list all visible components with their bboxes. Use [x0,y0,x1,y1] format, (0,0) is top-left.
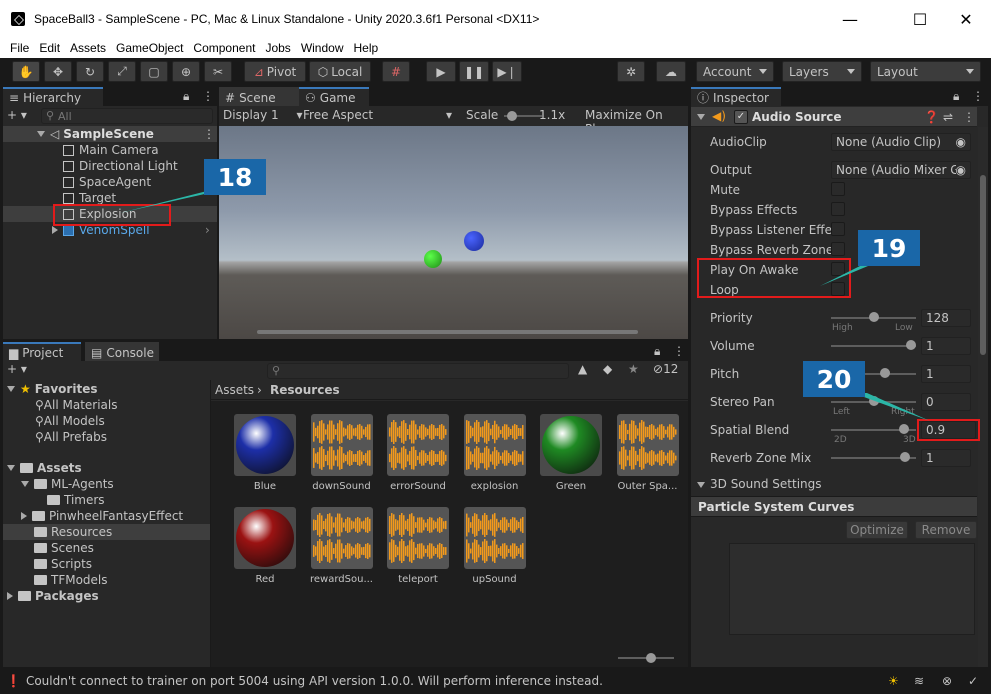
auto-generate-lighting-icon[interactable]: ☀ [888,674,899,688]
callout-pointers [120,189,930,421]
callout-19: 19 [858,230,920,266]
collab-status-icon[interactable]: ⊗ [942,674,952,688]
info-icon: ❗ [6,674,21,688]
callout-20-pointer [853,393,930,421]
check-icon[interactable]: ✓ [968,674,978,688]
status-message[interactable]: Couldn't connect to trainer on port 5004… [26,674,603,688]
status-bar: ❗ Couldn't connect to trainer on port 50… [0,668,991,694]
callout-20: 20 [803,361,865,397]
network-icon[interactable]: ≋ [914,674,924,688]
callout-18: 18 [204,159,266,195]
